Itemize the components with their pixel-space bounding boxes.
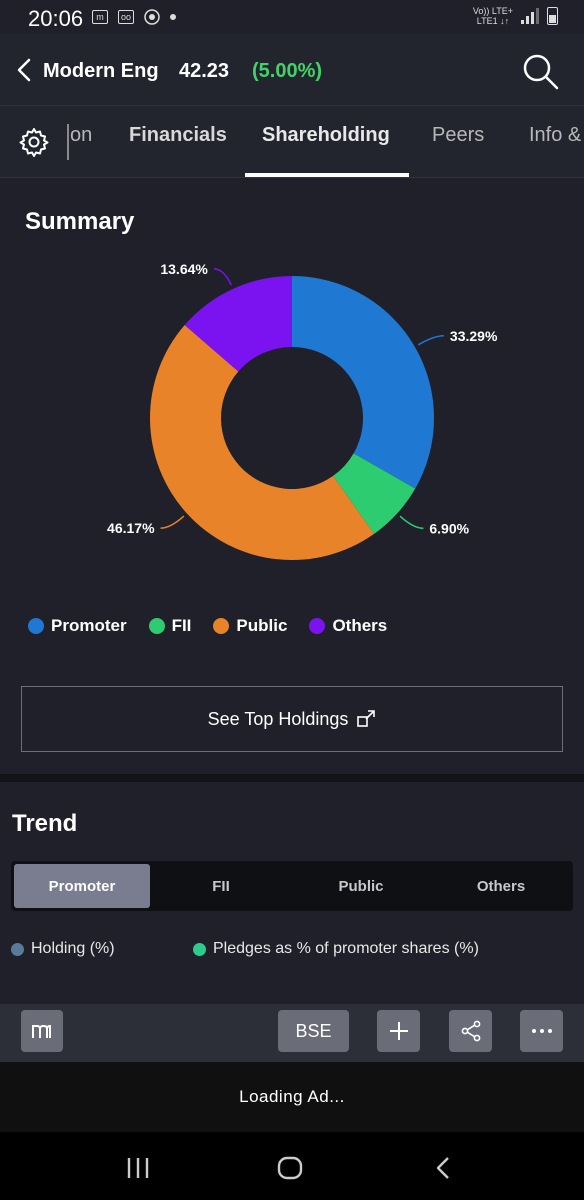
legend-item-fii: FII bbox=[148, 616, 192, 636]
leader-line-public bbox=[160, 515, 185, 529]
chrome-notification-icon bbox=[144, 9, 160, 25]
exchange-toggle-button[interactable]: BSE bbox=[278, 1010, 349, 1052]
more-notifications-dot-icon bbox=[170, 14, 176, 20]
tab-divider bbox=[67, 124, 69, 160]
status-right: Vo)) LTE+ LTE1 ↓↑ bbox=[473, 6, 558, 26]
recent-apps-icon bbox=[127, 1158, 149, 1178]
trend-legend-holding: Holding (%) bbox=[11, 940, 115, 958]
leader-line-others bbox=[213, 268, 233, 286]
external-link-icon bbox=[357, 710, 376, 727]
tab-info[interactable]: Info & bbox=[529, 124, 581, 147]
tab-bar: on Financials Shareholding Peers Info & bbox=[0, 106, 584, 178]
legend-label-holding: Holding (%) bbox=[31, 940, 115, 957]
back-icon[interactable] bbox=[12, 56, 36, 84]
trend-section: Trend Promoter FII Public Others Holding… bbox=[0, 782, 584, 1004]
tab-financials[interactable]: Financials bbox=[129, 124, 227, 147]
trend-title: Trend bbox=[12, 810, 78, 837]
slice-label-promoter: 33.29% bbox=[450, 328, 498, 344]
segment-fii[interactable]: FII bbox=[153, 864, 289, 908]
network-indicator: Vo)) LTE+ LTE1 ↓↑ bbox=[473, 6, 513, 26]
ad-banner[interactable]: Loading Ad... bbox=[0, 1062, 584, 1132]
tab-shareholding[interactable]: Shareholding bbox=[262, 124, 390, 147]
status-bar: 20:06 m oo Vo)) LTE+ LTE1 ↓↑ bbox=[0, 0, 584, 34]
battery-icon bbox=[547, 7, 558, 25]
tab-peers[interactable]: Peers bbox=[432, 124, 484, 147]
stock-name: Modern Eng bbox=[43, 60, 159, 82]
android-nav-bar bbox=[0, 1132, 584, 1200]
slice-label-others: 13.64% bbox=[160, 261, 208, 277]
see-top-holdings-label: See Top Holdings bbox=[207, 708, 349, 729]
segment-promoter[interactable]: Promoter bbox=[14, 864, 150, 908]
section-separator bbox=[0, 774, 584, 782]
legend-dot-holding bbox=[11, 942, 24, 956]
legend-label-fii: FII bbox=[171, 616, 192, 635]
moneycontrol-logo-icon bbox=[32, 1024, 51, 1038]
home-button[interactable] bbox=[274, 1152, 306, 1184]
legend-dot-promoter bbox=[28, 618, 44, 634]
leader-line-promoter bbox=[417, 335, 444, 346]
summary-section: Summary 33.29% 6.90% 46.17% 13.64% Promoter… bbox=[0, 178, 584, 774]
legend-label-pledges: Pledges as % of promoter shares (%) bbox=[213, 940, 479, 957]
share-button[interactable] bbox=[449, 1010, 492, 1052]
status-time: 20:06 bbox=[28, 6, 84, 31]
trend-legend-pledges: Pledges as % of promoter shares (%) bbox=[193, 940, 479, 958]
signal-strength-icon bbox=[521, 8, 539, 24]
network-top-label: Vo)) LTE+ bbox=[472, 6, 513, 16]
legend-item-others: Others bbox=[309, 616, 387, 636]
legend-dot-public bbox=[213, 618, 230, 634]
stock-change: (5.00%) bbox=[252, 60, 323, 82]
notification-icons: m oo bbox=[92, 9, 176, 25]
share-icon bbox=[461, 1020, 480, 1042]
voicemail-notification-icon: oo bbox=[118, 10, 134, 24]
back-nav-icon bbox=[436, 1157, 449, 1179]
legend-label-others: Others bbox=[332, 616, 388, 635]
recent-apps-button[interactable] bbox=[122, 1152, 154, 1184]
tab-overview[interactable]: on bbox=[70, 124, 92, 147]
bottom-toolbar: BSE bbox=[0, 1004, 584, 1062]
more-dots-icon bbox=[531, 1029, 552, 1033]
leader-line-fii bbox=[399, 515, 424, 530]
legend-dot-pledges bbox=[193, 942, 206, 956]
shareholding-donut-chart: 33.29% 6.90% 46.17% 13.64% bbox=[107, 261, 498, 560]
slice-label-public: 46.17% bbox=[107, 520, 155, 536]
plus-icon bbox=[389, 1022, 408, 1040]
legend-dot-fii bbox=[148, 618, 165, 634]
legend-dot-others bbox=[309, 618, 326, 634]
legend-label-public: Public bbox=[236, 616, 288, 635]
stock-price: 42.23 bbox=[179, 60, 230, 82]
ad-loading-label: Loading Ad... bbox=[239, 1087, 345, 1106]
search-icon[interactable] bbox=[520, 51, 560, 91]
moneycontrol-logo-button[interactable] bbox=[21, 1010, 63, 1052]
legend-item-public: Public bbox=[213, 616, 287, 636]
slice-label-fii: 6.90% bbox=[429, 520, 469, 536]
gear-icon[interactable] bbox=[18, 126, 50, 158]
home-icon bbox=[277, 1156, 303, 1180]
legend-item-promoter: Promoter bbox=[28, 616, 127, 636]
trend-segment-control: Promoter FII Public Others bbox=[11, 861, 573, 911]
stock-header: Modern Eng 42.23 (5.00%) bbox=[0, 34, 584, 106]
network-bottom-label: LTE1 ↓↑ bbox=[476, 16, 510, 26]
segment-public[interactable]: Public bbox=[293, 864, 429, 908]
back-nav-button[interactable] bbox=[427, 1152, 459, 1184]
moneycontrol-notification-icon: m bbox=[92, 10, 108, 24]
chart-legend: Promoter FII Public Others bbox=[28, 616, 409, 636]
see-top-holdings-button[interactable]: See Top Holdings bbox=[21, 686, 563, 752]
segment-others[interactable]: Others bbox=[433, 864, 569, 908]
legend-label-promoter: Promoter bbox=[51, 616, 127, 635]
donut-slice-promoter[interactable] bbox=[292, 276, 434, 489]
add-button[interactable] bbox=[377, 1010, 420, 1052]
more-options-button[interactable] bbox=[520, 1010, 563, 1052]
